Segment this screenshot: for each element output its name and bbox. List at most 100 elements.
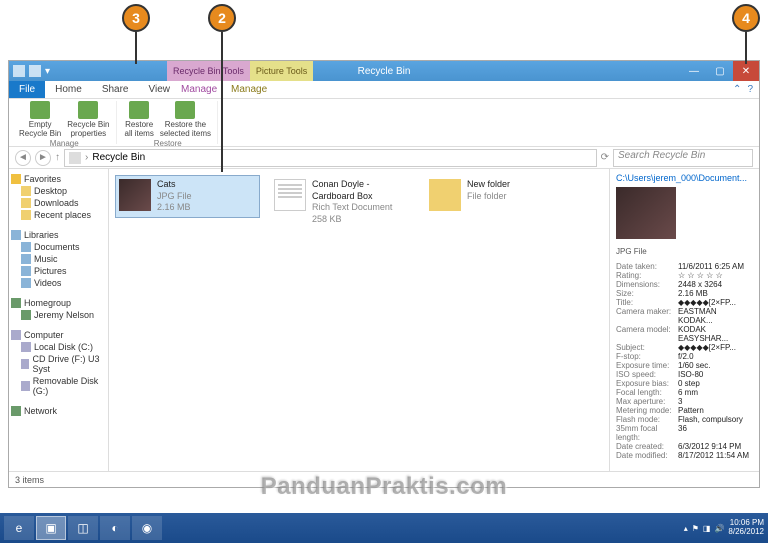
- maximize-button[interactable]: ▢: [707, 61, 733, 81]
- file-list[interactable]: Cats JPG File 2.16 MB Conan Doyle - Card…: [109, 169, 609, 471]
- qat-icon[interactable]: [13, 65, 25, 77]
- tray-volume-icon[interactable]: 🔊: [714, 524, 724, 533]
- details-value[interactable]: Flash, compulsory: [678, 415, 753, 424]
- user-icon: [21, 310, 31, 320]
- usb-icon: [21, 381, 30, 391]
- restore-selected-button[interactable]: Restore the selected items: [158, 101, 213, 139]
- details-value[interactable]: 11/6/2011 6:25 AM: [678, 262, 753, 271]
- empty-recycle-bin-button[interactable]: Empty Recycle Bin: [17, 101, 63, 139]
- details-value[interactable]: ◆◆◆◆◆[2×FP...: [678, 343, 753, 352]
- details-value[interactable]: ☆ ☆ ☆ ☆ ☆: [678, 271, 753, 280]
- details-value[interactable]: EASTMAN KODAK...: [678, 307, 753, 325]
- details-key: F-stop:: [616, 352, 678, 361]
- minimize-button[interactable]: —: [681, 61, 707, 81]
- manage-tab-recyclebin[interactable]: Manage: [171, 81, 227, 98]
- file-item-folder[interactable]: New folder File folder: [425, 175, 570, 215]
- folder-icon: ▣: [45, 521, 56, 535]
- details-value[interactable]: 0 step: [678, 379, 753, 388]
- details-key: Camera model:: [616, 325, 678, 343]
- details-value[interactable]: 1/60 sec.: [678, 361, 753, 370]
- sidebar-item-recent[interactable]: Recent places: [11, 209, 106, 221]
- details-value[interactable]: 3: [678, 397, 753, 406]
- breadcrumb-item[interactable]: Recycle Bin: [92, 152, 145, 163]
- search-input[interactable]: Search Recycle Bin: [613, 149, 753, 167]
- sidebar-computer[interactable]: Computer: [11, 329, 106, 341]
- help-icon[interactable]: ?: [747, 84, 753, 95]
- details-row: Size:2.16 MB: [616, 289, 753, 298]
- sidebar-libraries[interactable]: Libraries: [11, 229, 106, 241]
- sidebar-network[interactable]: Network: [11, 405, 106, 417]
- sidebar-item-desktop[interactable]: Desktop: [11, 185, 106, 197]
- taskbar-ie-button[interactable]: e: [4, 516, 34, 540]
- sidebar-item-downloads[interactable]: Downloads: [11, 197, 106, 209]
- refresh-icon[interactable]: ⟳: [601, 152, 609, 163]
- details-row: Dimensions:2448 x 3264: [616, 280, 753, 289]
- details-value[interactable]: 2448 x 3264: [678, 280, 753, 289]
- thumbnail-icon: [119, 179, 151, 211]
- file-tab[interactable]: File: [9, 81, 45, 98]
- context-tab-picture[interactable]: Picture Tools: [250, 61, 313, 81]
- context-tab-recyclebin[interactable]: Recycle Bin Tools: [167, 61, 250, 81]
- taskbar-app-button[interactable]: ◫: [68, 516, 98, 540]
- tray-network-icon[interactable]: ◨: [703, 524, 711, 533]
- details-value[interactable]: 6/3/2012 9:14 PM: [678, 442, 753, 451]
- details-value[interactable]: 36: [678, 424, 753, 442]
- taskbar-clock[interactable]: 10:06 PM 8/26/2012: [728, 519, 764, 537]
- details-value[interactable]: Pattern: [678, 406, 753, 415]
- details-value[interactable]: KODAK EASYSHAR...: [678, 325, 753, 343]
- manage-tab-picture[interactable]: Manage: [221, 81, 277, 98]
- recycle-bin-properties-button[interactable]: Recycle Bin properties: [65, 101, 111, 139]
- details-value[interactable]: ◆◆◆◆◆[2×FP...: [678, 298, 753, 307]
- home-tab[interactable]: Home: [45, 81, 92, 98]
- file-item-cats[interactable]: Cats JPG File 2.16 MB: [115, 175, 260, 218]
- details-key: Title:: [616, 298, 678, 307]
- taskbar-app-button[interactable]: ◉: [132, 516, 162, 540]
- ribbon-expand-icon[interactable]: ⌃: [733, 84, 741, 95]
- taskbar[interactable]: e ▣ ◫ ◐ ◉ ▴ ⚑ ◨ 🔊 10:06 PM 8/26/2012: [0, 513, 768, 543]
- sidebar-homegroup[interactable]: Homegroup: [11, 297, 106, 309]
- details-key: Size:: [616, 289, 678, 298]
- forward-button[interactable]: ►: [35, 150, 51, 166]
- breadcrumb[interactable]: › Recycle Bin: [64, 149, 597, 167]
- details-value[interactable]: f/2.0: [678, 352, 753, 361]
- sidebar-item-local-disk[interactable]: Local Disk (C:): [11, 341, 106, 353]
- details-row: ISO speed:ISO-80: [616, 370, 753, 379]
- share-tab[interactable]: Share: [92, 81, 139, 98]
- sidebar-item-videos[interactable]: Videos: [11, 277, 106, 289]
- restore-all-button[interactable]: Restore all items: [123, 101, 156, 139]
- details-value[interactable]: ISO-80: [678, 370, 753, 379]
- titlebar[interactable]: ▾ Recycle Bin Tools Picture Tools Recycl…: [9, 61, 759, 81]
- details-path: C:\Users\jerem_000\Document...: [616, 173, 753, 183]
- app-icon: ◐: [111, 521, 118, 535]
- details-row: F-stop:f/2.0: [616, 352, 753, 361]
- file-item-doc[interactable]: Conan Doyle - Cardboard Box Rich Text Do…: [270, 175, 415, 230]
- details-key: Max aperture:: [616, 397, 678, 406]
- tray-flag-icon[interactable]: ⚑: [692, 524, 699, 533]
- recent-icon: [21, 210, 31, 220]
- taskbar-explorer-button[interactable]: ▣: [36, 516, 66, 540]
- restore-icon: [175, 101, 195, 119]
- sidebar-favorites[interactable]: Favorites: [11, 173, 106, 185]
- up-button[interactable]: ↑: [55, 152, 60, 163]
- callout-2: 2: [208, 4, 236, 32]
- sidebar-item-documents[interactable]: Documents: [11, 241, 106, 253]
- close-button[interactable]: ✕: [733, 61, 759, 81]
- details-key: Subject:: [616, 343, 678, 352]
- back-button[interactable]: ◄: [15, 150, 31, 166]
- details-value[interactable]: 6 mm: [678, 388, 753, 397]
- sidebar-item-music[interactable]: Music: [11, 253, 106, 265]
- sidebar-item-pictures[interactable]: Pictures: [11, 265, 106, 277]
- sidebar-item-removable[interactable]: Removable Disk (G:): [11, 375, 106, 397]
- callout-3-line: [135, 32, 137, 64]
- sidebar-item-user[interactable]: Jeremy Nelson: [11, 309, 106, 321]
- details-value[interactable]: 8/17/2012 11:54 AM: [678, 451, 753, 460]
- quick-access-toolbar: ▾: [9, 65, 50, 77]
- details-key: Camera maker:: [616, 307, 678, 325]
- qat-dropdown-icon[interactable]: ▾: [45, 66, 50, 77]
- sidebar-item-cd-drive[interactable]: CD Drive (F:) U3 Syst: [11, 353, 106, 375]
- qat-icon[interactable]: [29, 65, 41, 77]
- details-value[interactable]: 2.16 MB: [678, 289, 753, 298]
- details-row: Flash mode:Flash, compulsory: [616, 415, 753, 424]
- tray-up-icon[interactable]: ▴: [684, 524, 688, 533]
- taskbar-app-button[interactable]: ◐: [100, 516, 130, 540]
